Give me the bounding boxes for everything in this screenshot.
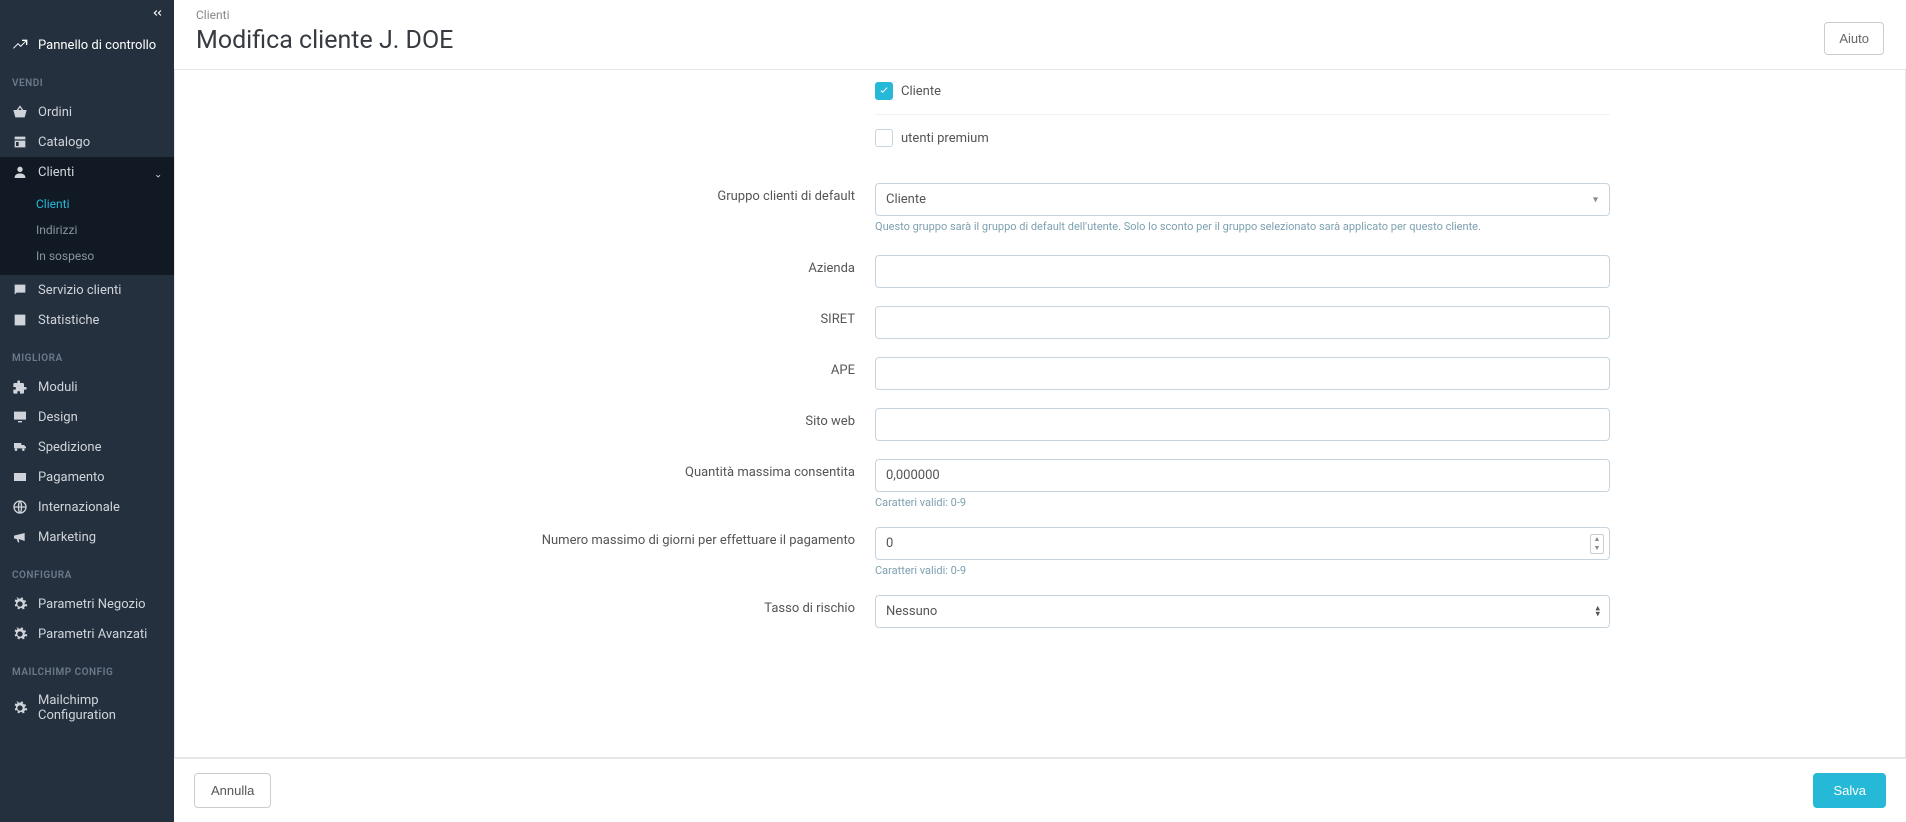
megaphone-icon (12, 529, 28, 545)
checkbox-cliente[interactable] (875, 82, 893, 100)
gear-icon (12, 700, 28, 716)
basket-icon (12, 104, 28, 120)
globe-icon (12, 499, 28, 515)
nav-spedizione-label: Spedizione (38, 440, 102, 455)
nav-mailchimp-label: Mailchimp Configuration (38, 693, 162, 723)
sidebar: Pannello di controllo VENDI Ordini Catal… (0, 0, 174, 822)
label-azienda: Azienda (195, 251, 875, 276)
nav-design-label: Design (38, 410, 78, 425)
card-icon (12, 469, 28, 485)
subnav-clienti-sospeso[interactable]: In sospeso (0, 243, 174, 269)
label-gruppo-default: Gruppo clienti di default (195, 179, 875, 204)
subnav-clienti-clienti[interactable]: Clienti (0, 191, 174, 217)
label-siret: SIRET (195, 302, 875, 327)
nav-marketing-label: Marketing (38, 530, 96, 545)
select-gruppo-default[interactable] (875, 183, 1610, 216)
puzzle-icon (12, 379, 28, 395)
nav-mailchimp-config[interactable]: Mailchimp Configuration (0, 686, 174, 730)
nav-ordini-label: Ordini (38, 105, 72, 120)
label-sito: Sito web (195, 404, 875, 429)
input-azienda[interactable] (875, 255, 1610, 288)
nav-section-configura: CONFIGURA (0, 552, 174, 589)
collapse-sidebar-button[interactable] (0, 0, 174, 30)
chevron-up-icon: ⌃ (154, 167, 162, 178)
nav-internazionale[interactable]: Internazionale (0, 492, 174, 522)
input-sito[interactable] (875, 408, 1610, 441)
form-panel: Cliente utenti premium Gruppo clienti di… (174, 70, 1906, 758)
nav-ordini[interactable]: Ordini (0, 97, 174, 127)
number-stepper[interactable]: ▲▼ (1590, 534, 1604, 554)
gear-icon (12, 626, 28, 642)
hint-gruppo-default: Questo gruppo sarà il gruppo di default … (875, 220, 1610, 233)
nav-catalogo-label: Catalogo (38, 135, 90, 150)
gear-icon (12, 596, 28, 612)
breadcrumb[interactable]: Clienti (196, 8, 453, 22)
trending-up-icon (12, 37, 28, 53)
nav-clienti[interactable]: Clienti ⌃ (0, 157, 174, 187)
nav-internazionale-label: Internazionale (38, 500, 120, 515)
header: Clienti Modifica cliente J. DOE Aiuto (174, 0, 1906, 70)
cancel-button[interactable]: Annulla (194, 773, 271, 808)
stats-icon (12, 312, 28, 328)
label-rischio: Tasso di rischio (195, 591, 875, 616)
select-rischio[interactable] (875, 595, 1610, 628)
monitor-icon (12, 409, 28, 425)
input-siret[interactable] (875, 306, 1610, 339)
nav-parametri-avanzati[interactable]: Parametri Avanzati (0, 619, 174, 649)
save-button[interactable]: Salva (1813, 773, 1886, 808)
nav-section-vendi: VENDI (0, 60, 174, 97)
help-button[interactable]: Aiuto (1824, 22, 1884, 55)
store-icon (12, 134, 28, 150)
label-giorni: Numero massimo di giorni per effettuare … (195, 523, 875, 548)
nav-servizio[interactable]: Servizio clienti (0, 275, 174, 305)
step-up-icon[interactable]: ▲ (1591, 535, 1603, 544)
hint-qmax: Caratteri validi: 0-9 (875, 496, 1610, 509)
page-title: Modifica cliente J. DOE (196, 26, 453, 55)
label-qmax: Quantità massima consentita (195, 455, 875, 480)
checkbox-cliente-row[interactable]: Cliente (875, 74, 1610, 108)
input-ape[interactable] (875, 357, 1610, 390)
nav-parametri-negozio-label: Parametri Negozio (38, 597, 146, 612)
label-ape: APE (195, 353, 875, 378)
input-qmax[interactable] (875, 459, 1610, 492)
nav-dashboard-label: Pannello di controllo (38, 38, 156, 53)
footer-bar: Annulla Salva (174, 758, 1906, 822)
nav-section-mailchimp: MAILCHIMP CONFIG (0, 649, 174, 686)
person-icon (12, 164, 28, 180)
nav-servizio-label: Servizio clienti (38, 283, 121, 298)
nav-spedizione[interactable]: Spedizione (0, 432, 174, 462)
nav-pagamento-label: Pagamento (38, 470, 105, 485)
checkbox-premium-row[interactable]: utenti premium (875, 114, 1610, 155)
nav-pagamento[interactable]: Pagamento (0, 462, 174, 492)
nav-parametri-negozio[interactable]: Parametri Negozio (0, 589, 174, 619)
checkbox-premium[interactable] (875, 129, 893, 147)
step-down-icon[interactable]: ▼ (1591, 544, 1603, 553)
subnav-clienti-indirizzi[interactable]: Indirizzi (0, 217, 174, 243)
nav-catalogo[interactable]: Catalogo (0, 127, 174, 157)
nav-moduli[interactable]: Moduli (0, 372, 174, 402)
nav-section-migliora: MIGLIORA (0, 335, 174, 372)
checkbox-premium-label: utenti premium (901, 131, 989, 146)
chat-icon (12, 282, 28, 298)
nav-statistiche[interactable]: Statistiche (0, 305, 174, 335)
truck-icon (12, 439, 28, 455)
subnav-clienti: Clienti Indirizzi In sospeso (0, 187, 174, 275)
input-giorni[interactable] (875, 527, 1610, 560)
main: Clienti Modifica cliente J. DOE Aiuto Cl… (174, 0, 1906, 822)
nav-clienti-label: Clienti (38, 165, 74, 180)
content: Cliente utenti premium Gruppo clienti di… (174, 70, 1906, 822)
nav-dashboard[interactable]: Pannello di controllo (0, 30, 174, 60)
nav-marketing[interactable]: Marketing (0, 522, 174, 552)
nav-moduli-label: Moduli (38, 380, 78, 395)
checkbox-cliente-label: Cliente (901, 84, 941, 99)
nav-parametri-avanzati-label: Parametri Avanzati (38, 627, 147, 642)
hint-giorni: Caratteri validi: 0-9 (875, 564, 1610, 577)
nav-design[interactable]: Design (0, 402, 174, 432)
nav-statistiche-label: Statistiche (38, 313, 99, 328)
